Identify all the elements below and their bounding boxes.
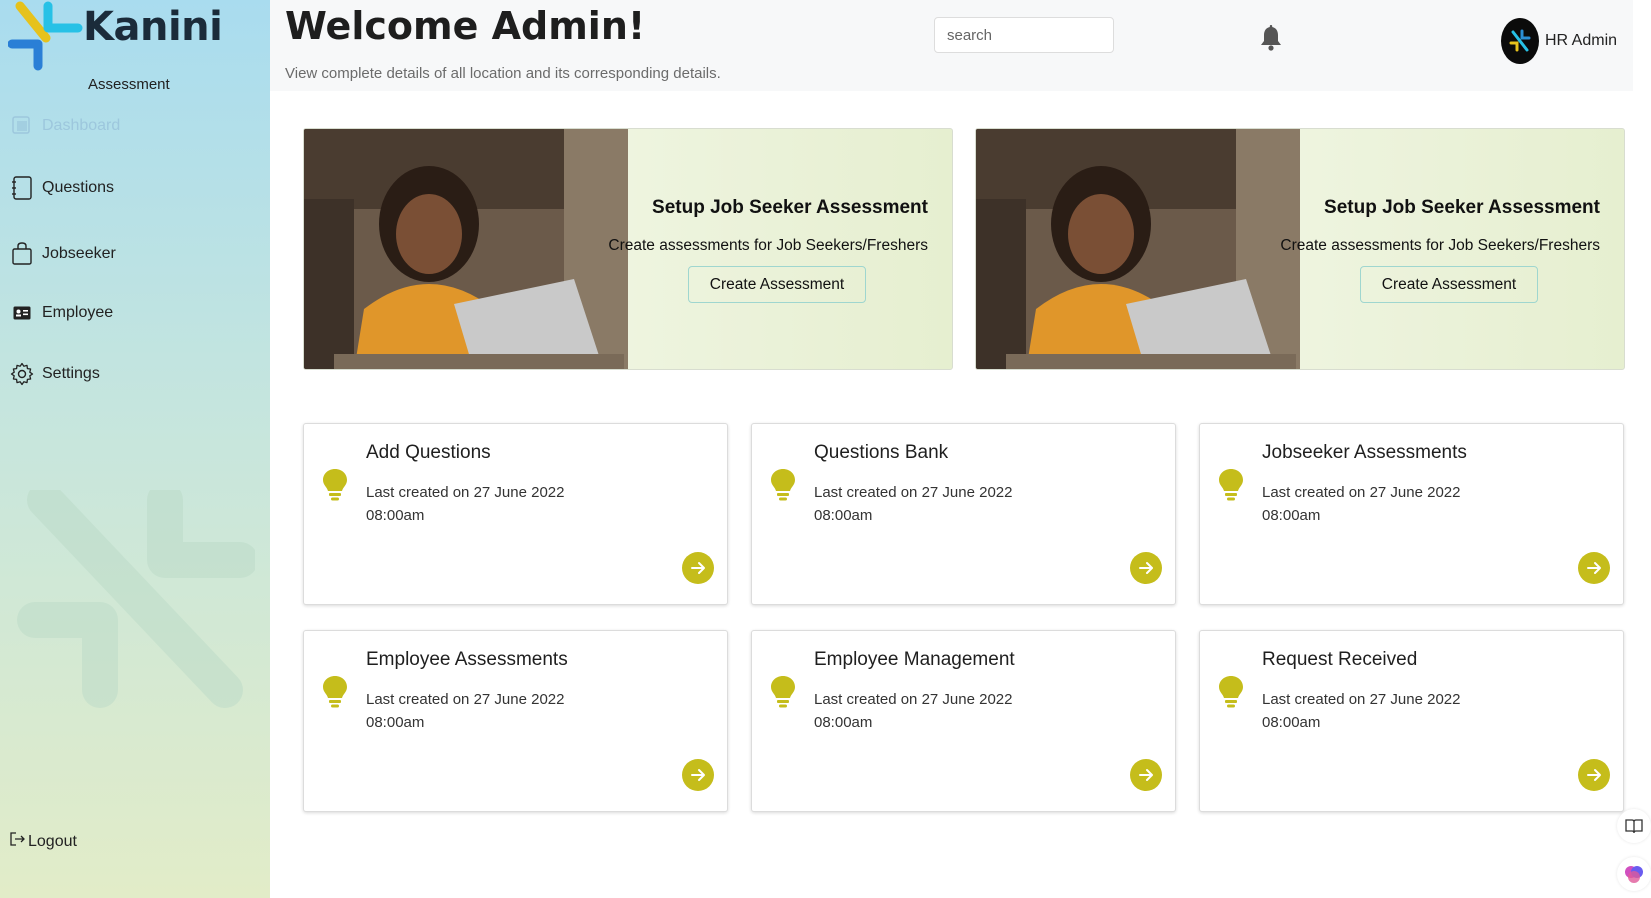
sidebar-item-employee[interactable]: Employee [10, 301, 113, 325]
card-subtitle: Last created on 27 June 2022 [366, 691, 565, 708]
arrow-right-icon[interactable] [1130, 759, 1162, 791]
banner-card: Setup Job Seeker Assessment Create asses… [303, 128, 953, 370]
questions-icon [10, 176, 34, 200]
lightbulb-icon [771, 469, 795, 501]
card-title: Employee Assessments [366, 649, 568, 670]
dashboard-icon [10, 114, 34, 138]
arrow-right-icon[interactable] [1578, 759, 1610, 791]
woman-laptop-image [976, 129, 1300, 369]
card-request-received[interactable]: Request Received Last created on 27 June… [1199, 630, 1624, 812]
logout-label: Logout [28, 832, 77, 850]
card-time: 08:00am [1262, 507, 1321, 524]
arrow-right-icon[interactable] [682, 759, 714, 791]
page-subtitle: View complete details of all location an… [285, 65, 721, 82]
create-assessment-button[interactable]: Create Assessment [1360, 266, 1538, 303]
banner-photo [304, 129, 628, 369]
brand-name: Kanini [83, 4, 223, 50]
card-time: 08:00am [366, 507, 425, 524]
card-subtitle: Last created on 27 June 2022 [366, 484, 565, 501]
card-employee-assessments[interactable]: Employee Assessments Last created on 27 … [303, 630, 728, 812]
brand-logo[interactable]: Kanini Assessment [8, 0, 268, 95]
card-title: Request Received [1262, 649, 1418, 670]
gear-icon [10, 362, 34, 386]
card-employee-management[interactable]: Employee Management Last created on 27 J… [751, 630, 1176, 812]
book-icon [1625, 819, 1643, 834]
woman-laptop-image [304, 129, 628, 369]
card-jobseeker-assessments[interactable]: Jobseeker Assessments Last created on 27… [1199, 423, 1624, 605]
banner-title: Setup Job Seeker Assessment [1324, 197, 1600, 218]
lightbulb-icon [771, 676, 795, 708]
sidebar-item-label: Settings [42, 365, 100, 382]
card-title: Jobseeker Assessments [1262, 442, 1467, 463]
banner-text: Create assessments for Job Seekers/Fresh… [608, 237, 928, 254]
card-time: 08:00am [366, 714, 425, 731]
logout-icon [10, 832, 26, 851]
arrow-right-icon[interactable] [1130, 552, 1162, 584]
sidebar-item-questions[interactable]: Questions [10, 176, 114, 200]
sidebar-item-label: Questions [42, 179, 115, 196]
create-assessment-button[interactable]: Create Assessment [688, 266, 866, 303]
banner-title: Setup Job Seeker Assessment [652, 197, 928, 218]
card-subtitle: Last created on 27 June 2022 [814, 691, 1013, 708]
bag-icon [10, 242, 34, 266]
watermark-logo-icon [17, 490, 255, 708]
sidebar-item-label: Dashboard [42, 117, 121, 134]
sidebar-item-dashboard[interactable]: Dashboard [10, 114, 120, 138]
search-input[interactable] [934, 17, 1114, 53]
card-title: Questions Bank [814, 442, 949, 463]
sidebar-item-settings[interactable]: Settings [10, 362, 100, 386]
user-menu[interactable]: HR Admin [1501, 18, 1617, 64]
lightbulb-icon [1219, 469, 1243, 501]
card-add-questions[interactable]: Add Questions Last created on 27 June 20… [303, 423, 728, 605]
bell-icon[interactable] [1258, 24, 1284, 52]
arrow-right-icon[interactable] [682, 552, 714, 584]
lightbulb-icon [323, 469, 347, 501]
banner-text: Create assessments for Job Seekers/Fresh… [1280, 237, 1600, 254]
card-time: 08:00am [1262, 714, 1321, 731]
arrow-right-icon[interactable] [1578, 552, 1610, 584]
banner-photo [976, 129, 1300, 369]
user-name: HR Admin [1545, 32, 1618, 49]
banner-content: Setup Job Seeker Assessment Create asses… [1280, 129, 1624, 369]
card-subtitle: Last created on 27 June 2022 [1262, 484, 1461, 501]
page-header: Welcome Admin! View complete details of … [270, 0, 1633, 91]
brand-subtitle: Assessment [88, 76, 170, 93]
brain-icon [1625, 866, 1643, 883]
sidebar-item-label: Jobseeker [42, 245, 116, 262]
reader-mode-button[interactable] [1617, 809, 1651, 843]
kanini-logo-icon [8, 1, 83, 71]
kanini-avatar-icon [1509, 29, 1531, 52]
card-title: Add Questions [366, 442, 491, 463]
card-title: Employee Management [814, 649, 1015, 670]
banner-card: Setup Job Seeker Assessment Create asses… [975, 128, 1625, 370]
page-title: Welcome Admin! [285, 4, 646, 48]
sidebar-item-label: Employee [42, 304, 114, 321]
logout-button[interactable]: Logout [10, 832, 77, 851]
card-subtitle: Last created on 27 June 2022 [1262, 691, 1461, 708]
banner-content: Setup Job Seeker Assessment Create asses… [608, 129, 952, 369]
card-subtitle: Last created on 27 June 2022 [814, 484, 1013, 501]
card-questions-bank[interactable]: Questions Bank Last created on 27 June 2… [751, 423, 1176, 605]
lightbulb-icon [323, 676, 347, 708]
avatar [1501, 18, 1539, 64]
lightbulb-icon [1219, 676, 1243, 708]
sidebar-item-jobseeker[interactable]: Jobseeker [10, 242, 116, 266]
sidebar: Kanini Assessment Dashboard Questions Jo… [0, 0, 270, 898]
card-time: 08:00am [814, 507, 873, 524]
assistant-button[interactable] [1617, 857, 1651, 891]
id-card-icon [10, 301, 34, 325]
card-time: 08:00am [814, 714, 873, 731]
